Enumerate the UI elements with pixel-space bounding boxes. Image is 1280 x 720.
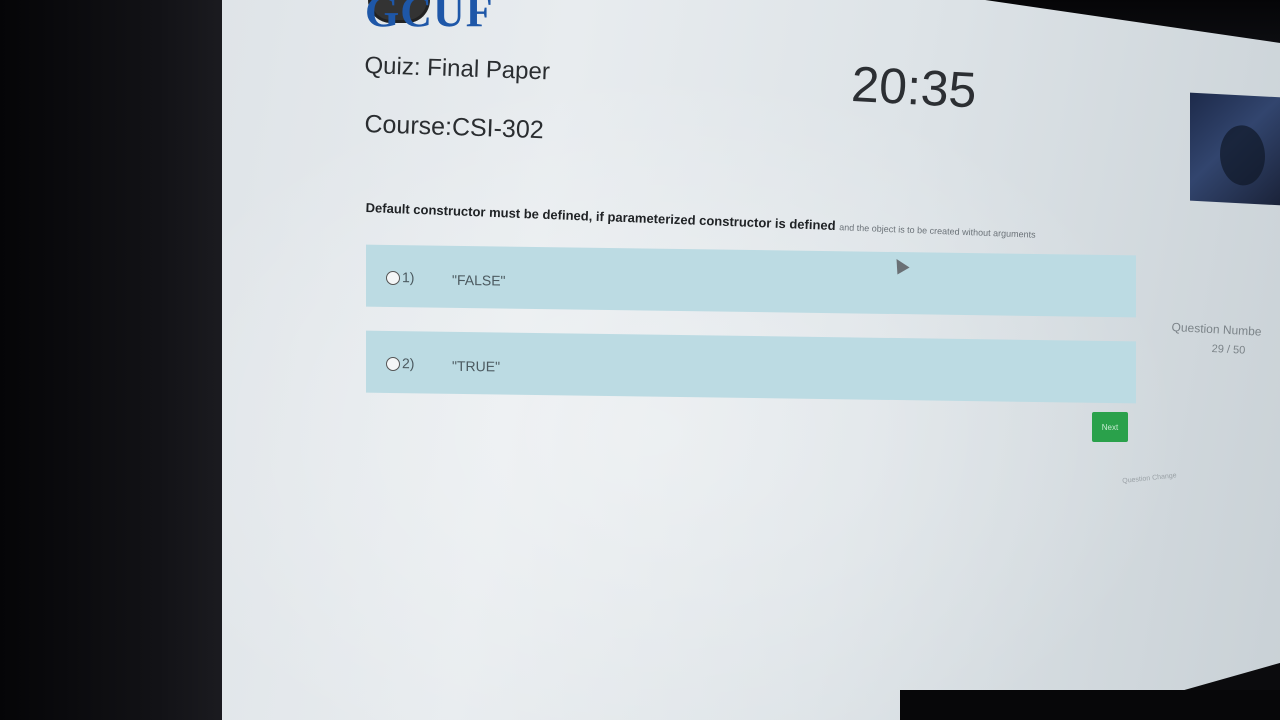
answer-option-2[interactable]: 2) "TRUE" <box>366 330 1136 404</box>
monitor-bezel-left <box>0 0 225 720</box>
university-logo: GCUF <box>365 0 494 36</box>
radio-button[interactable] <box>386 270 400 286</box>
option-number: 1) <box>402 269 415 286</box>
next-button[interactable]: Next <box>1092 412 1128 442</box>
countdown-timer: 20:35 <box>850 55 978 119</box>
monitor-bezel-bottom <box>900 690 1280 720</box>
course-code: Course:CSI-302 <box>364 110 545 145</box>
answer-option-1[interactable]: 1) "FALSE" <box>366 244 1136 318</box>
option-number: 2) <box>402 355 415 372</box>
radio-button[interactable] <box>386 356 400 372</box>
question-number-value: 29 / 50 <box>1211 343 1246 357</box>
option-label: "TRUE" <box>452 357 501 375</box>
webcam-preview <box>1190 92 1280 206</box>
option-label: "FALSE" <box>452 271 506 289</box>
